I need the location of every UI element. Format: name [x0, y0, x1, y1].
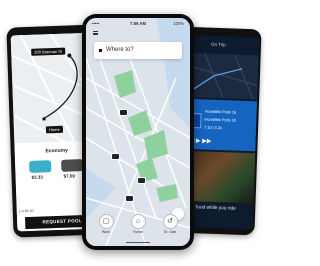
home-indicator [126, 241, 150, 243]
music-line-1: Incredible Pods 16 [204, 109, 237, 115]
pickup-label: 200 Brannan St [31, 47, 66, 56]
music-line-2: Incredible Pods 18 [204, 117, 236, 123]
menu-icon[interactable] [93, 31, 98, 35]
seat-count: 1-4 $5.00 [18, 208, 34, 214]
shortcut-work[interactable]: ▢ Work [94, 214, 118, 234]
search-placeholder: Where to? [106, 47, 134, 53]
battery-indicator: 100% [173, 21, 184, 26]
dropoff-square [42, 117, 46, 121]
on-trip-header: On Trip [210, 41, 226, 48]
shortcut-label: Dr. Gab [163, 230, 177, 234]
product-option-x[interactable] [61, 159, 84, 172]
shortcut-home[interactable]: ⌂ Home [126, 214, 150, 234]
car-icon [126, 196, 133, 201]
music-line-3: 7:10 | 3.2k [204, 125, 222, 131]
dropoff-label: Home [45, 125, 63, 134]
price-pool: $3.33 [31, 174, 43, 180]
shortcut-label: Home [133, 230, 143, 234]
price-x: $7.69 [63, 173, 75, 179]
car-icon [138, 178, 145, 183]
trip-map-graphic [183, 52, 259, 100]
phone-map-home: ••••• 7:56 AM 100% Where to? ▢ Work ⌂ Ho… [82, 14, 194, 250]
shortcut-recent[interactable]: ↺ Dr. Gab [158, 214, 182, 234]
briefcase-icon: ▢ [98, 214, 114, 229]
home-icon: ⌂ [130, 214, 146, 229]
trip-map [183, 52, 259, 100]
app-showcase: 200 Brannan St Home Economy $3.33 $7.69 … [0, 0, 266, 266]
car-icon [120, 110, 127, 115]
map-home-screen: ••••• 7:56 AM 100% Where to? ▢ Work ⌂ Ho… [86, 18, 190, 246]
car-icon [112, 154, 119, 159]
search-square-icon [99, 49, 102, 52]
history-icon: ↺ [162, 214, 178, 229]
shortcut-label: Work [101, 230, 111, 234]
where-to-search[interactable]: Where to? [94, 42, 182, 59]
product-option-pool[interactable] [29, 160, 52, 173]
status-bar: ••••• 7:56 AM 100% [86, 18, 190, 28]
